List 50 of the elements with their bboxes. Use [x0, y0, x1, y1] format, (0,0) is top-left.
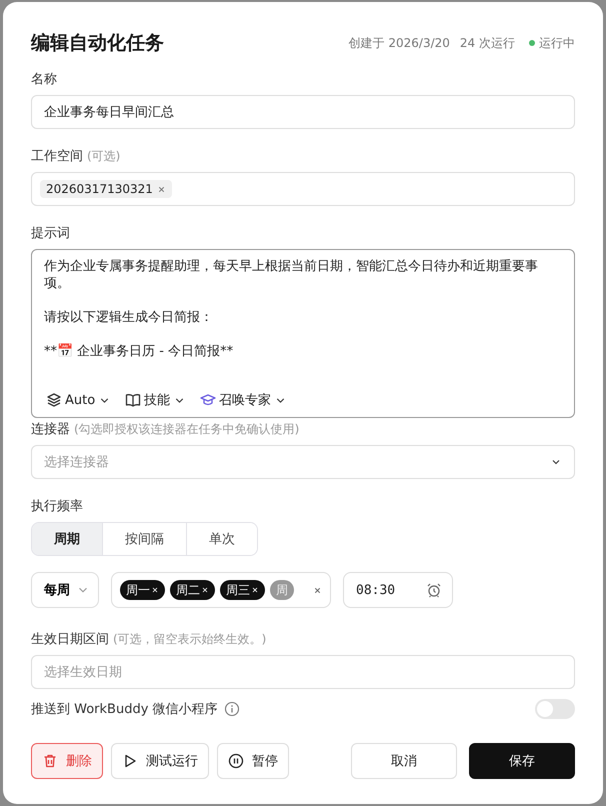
alarm-clock-icon: [426, 582, 442, 598]
field-label: 连接器: [31, 421, 70, 438]
save-button[interactable]: 保存: [469, 743, 575, 779]
period-select[interactable]: 每周: [31, 572, 99, 608]
pause-icon: [228, 753, 244, 769]
created-date: 创建于 2026/3/20: [348, 34, 450, 52]
prompt-text: 作为企业专属事务提醒助理，每天早上根据当前日期，智能汇总今日待办和近期重要事项。: [44, 258, 539, 292]
weekday-chip[interactable]: 周二: [170, 580, 215, 600]
clear-icon: [313, 586, 322, 594]
weekday-chip[interactable]: 周三: [220, 580, 265, 600]
model-selector[interactable]: Auto: [44, 389, 114, 411]
field-label: 执行频率: [31, 498, 83, 515]
skills-dropdown[interactable]: 技能: [123, 389, 188, 411]
run-count: 24 次运行: [460, 34, 515, 52]
field-label: 提示词: [31, 225, 70, 242]
prompt-editor[interactable]: 作为企业专属事务提醒助理，每天早上根据当前日期，智能汇总今日待办和近期重要事项。 请按以下逻辑生成今日简报： **📅 企业事务日历 - 今日简报** Auto 技能 召唤专家: [31, 249, 575, 418]
dialog-title: 编辑自动化任务: [31, 31, 164, 56]
field-label: 名称: [31, 71, 57, 88]
status-dot: [529, 40, 535, 46]
frequency-tab[interactable]: 周期: [32, 523, 103, 555]
expert-dropdown[interactable]: 召唤专家: [198, 389, 290, 411]
tag-input-field[interactable]: 20260317130321: [31, 172, 575, 206]
close-icon: [156, 184, 166, 194]
toggle-switch[interactable]: [535, 699, 575, 719]
cancel-button[interactable]: 取消: [351, 743, 457, 779]
input-field[interactable]: 企业事务每日早间汇总: [31, 95, 575, 129]
workspace-tag: 20260317130321: [40, 180, 172, 198]
layers-icon: [46, 392, 62, 408]
book-icon: [125, 392, 142, 408]
field-hint: (勾选即授权该连接器在任务中免确认使用): [74, 421, 300, 438]
weekday-multiselect[interactable]: 周一 周二 周三 周: [111, 572, 331, 608]
field-hint: (可选): [87, 148, 120, 165]
info-icon: [224, 701, 240, 717]
close-icon: [151, 586, 159, 594]
delete-button[interactable]: 删除: [31, 743, 103, 779]
status-text: 运行中: [539, 34, 575, 52]
graduation-cap-icon: [200, 392, 216, 408]
prompt-text: 请按以下逻辑生成今日简报：: [44, 309, 214, 326]
trash-icon: [42, 753, 58, 769]
field-hint: (可选，留空表示始终生效。): [113, 631, 266, 648]
time-field[interactable]: 08:30: [343, 572, 453, 608]
close-icon: [251, 586, 259, 594]
field-label: 工作空间: [31, 148, 83, 165]
pause-button[interactable]: 暂停: [217, 743, 289, 779]
prompt-text: **📅 企业事务日历 - 今日简报**: [44, 343, 234, 360]
weekday-chip[interactable]: 周一: [120, 580, 165, 600]
field-label: 生效日期区间: [31, 631, 109, 648]
test-run-button[interactable]: 测试运行: [111, 743, 209, 779]
close-icon: [201, 586, 209, 594]
field-label: 推送到 WorkBuddy 微信小程序: [31, 701, 218, 718]
